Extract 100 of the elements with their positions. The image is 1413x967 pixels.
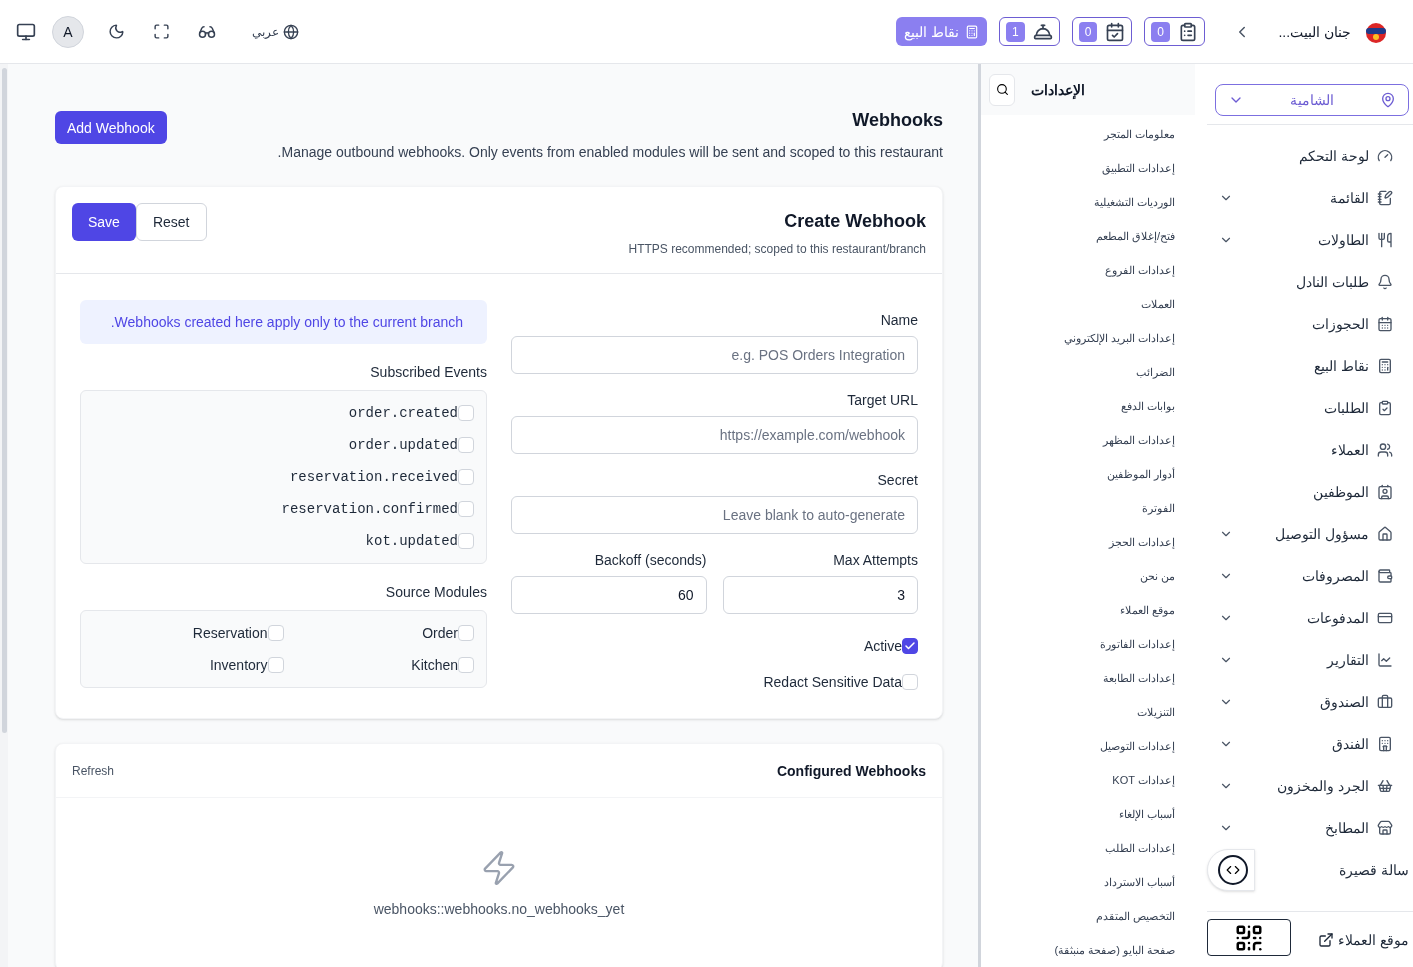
- field-label: Secret: [876, 471, 918, 490]
- settings-item[interactable]: معلومات المتجر: [981, 117, 1195, 151]
- sidebar-item[interactable]: التقارير: [1207, 639, 1413, 681]
- input-field[interactable]: 3: [722, 576, 918, 614]
- settings-item[interactable]: إعدادات المظهر: [981, 423, 1195, 457]
- module-label: Reservation: [192, 624, 268, 643]
- module-label: Kitchen: [411, 656, 458, 675]
- avatar[interactable]: A: [52, 15, 84, 48]
- sidebar-item[interactable]: الصندوق: [1207, 681, 1413, 723]
- search-icon: [995, 83, 1009, 96]
- event-label: reservation.received: [289, 468, 458, 487]
- settings-item[interactable]: من نحن: [981, 559, 1195, 593]
- sidebar-item[interactable]: الموظفين: [1207, 471, 1413, 513]
- settings-item[interactable]: الضرائب: [981, 355, 1195, 389]
- settings-item[interactable]: فتح/إغلاق المطعم: [981, 219, 1195, 253]
- settings-item[interactable]: إعدادات البريد الإلكتروني: [981, 321, 1195, 355]
- chat-widget-button[interactable]: [1207, 849, 1255, 891]
- input-field[interactable]: https://example.com/webhook: [511, 416, 918, 454]
- sidebar-item[interactable]: القائمة: [1207, 177, 1413, 219]
- field-label: Name: [879, 311, 918, 330]
- checkbox[interactable]: [902, 638, 918, 654]
- sidebar-item[interactable]: المدفوعات: [1207, 597, 1413, 639]
- event-label: order.created: [348, 404, 458, 423]
- sidebar-item[interactable]: طلبات النادل: [1207, 261, 1413, 303]
- settings-item[interactable]: إعدادات الحجز: [981, 525, 1195, 559]
- utensils-icon: [1377, 232, 1393, 248]
- settings-item[interactable]: إعدادات الطابعة: [981, 661, 1195, 695]
- fullscreen-icon[interactable]: [153, 23, 170, 40]
- add-webhook-button[interactable]: Add Webhook: [55, 111, 167, 144]
- section-label: Subscribed Events: [369, 363, 487, 382]
- checkbox-label: Redact Sensitive Data: [763, 673, 902, 692]
- qr-code-button[interactable]: [1207, 919, 1291, 956]
- store-icon: [1377, 820, 1393, 836]
- calculator-icon: [1377, 358, 1393, 374]
- sidebar-item[interactable]: سالة قصيرة: [1255, 849, 1413, 891]
- sidebar-item[interactable]: الجرد والمخزون: [1207, 765, 1413, 807]
- refresh-button[interactable]: Refresh: [72, 762, 115, 779]
- field-label: Target URL: [846, 391, 918, 410]
- settings-item[interactable]: إعدادات الفروع: [981, 253, 1195, 287]
- hotel-icon: [1377, 736, 1393, 752]
- settings-item[interactable]: التنزيلات: [981, 695, 1195, 729]
- sidebar-item[interactable]: نقاط البيع: [1207, 345, 1413, 387]
- page-description: Manage outbound webhooks. Only events from enabled modules will be sent and scoped to this restaurant.: [277, 143, 943, 162]
- settings-item[interactable]: التخصيص المتقدم: [981, 899, 1195, 933]
- input-field[interactable]: 60: [511, 576, 707, 614]
- module-label: Inventory: [209, 656, 268, 675]
- sidebar-item[interactable]: الفندق: [1207, 723, 1413, 765]
- card-subtitle: HTTPS recommended; scoped to this restaurant/branch: [628, 241, 926, 257]
- gauge-icon: [1377, 148, 1393, 164]
- sidebar-item[interactable]: المطابخ: [1207, 807, 1413, 849]
- globe-icon: [283, 23, 299, 40]
- settings-item[interactable]: إعدادات التوصيل: [981, 729, 1195, 763]
- sidebar-item[interactable]: الحجوزات: [1207, 303, 1413, 345]
- card-title: Create Webhook: [783, 210, 926, 233]
- event-label: kot.updated: [365, 532, 458, 551]
- event-label: reservation.confirmed: [281, 500, 458, 519]
- settings-item[interactable]: إعدادات الطلب: [981, 831, 1195, 865]
- external-link-icon: [1318, 931, 1335, 948]
- settings-item[interactable]: بوابات الدفع: [981, 389, 1195, 423]
- section-label: Source Modules: [384, 583, 487, 602]
- settings-item[interactable]: أدوار الموظفين: [981, 457, 1195, 491]
- sidebar-item[interactable]: مسؤول التوصيل: [1207, 513, 1413, 555]
- settings-item[interactable]: العملات: [981, 287, 1195, 321]
- sidebar-item[interactable]: الطلبات: [1207, 387, 1413, 429]
- sidebar-item[interactable]: المصروفات: [1207, 555, 1413, 597]
- customer-site-link[interactable]: موقع العملاء: [1318, 929, 1409, 950]
- settings-item[interactable]: موقع العملاء: [981, 593, 1195, 627]
- settings-item[interactable]: الفوترة: [981, 491, 1195, 525]
- calendar-icon: [1377, 316, 1393, 332]
- settings-item[interactable]: إعدادات التطبيق: [981, 151, 1195, 185]
- count-badge: 0: [1151, 21, 1170, 42]
- reset-button[interactable]: Reset: [135, 203, 207, 241]
- sidebar-item[interactable]: العملاء: [1207, 429, 1413, 471]
- settings-item[interactable]: صفحة البايو (صفحة منبثقة): [981, 933, 1195, 967]
- empty-state-text: webhooks::webhooks.no_webhooks_yet: [373, 900, 625, 919]
- settings-item[interactable]: إعدادات الفاتورة: [981, 627, 1195, 661]
- checkbox-label: Active: [863, 637, 902, 656]
- language-button[interactable]: عربي: [252, 23, 299, 40]
- search-button[interactable]: [989, 73, 1015, 106]
- notebook-icon: [1377, 190, 1393, 206]
- settings-item[interactable]: الورديات التشغيلية: [981, 185, 1195, 219]
- monitor-icon[interactable]: [16, 21, 36, 42]
- sidebar-item[interactable]: لوحة التحكم: [1207, 135, 1413, 177]
- save-button[interactable]: Save: [72, 203, 136, 241]
- calendar-check-icon: [1105, 21, 1126, 42]
- settings-item[interactable]: أسباب الإلغاء: [981, 797, 1195, 831]
- basket-icon: [1377, 778, 1393, 794]
- location-pin-icon: [1380, 92, 1396, 108]
- chart-icon: [1377, 652, 1393, 668]
- code-icon: [1218, 855, 1248, 885]
- info-note: Webhooks created here apply only to the current branch.: [80, 300, 487, 344]
- input-field[interactable]: Leave blank to auto-generate: [511, 496, 918, 534]
- settings-item[interactable]: أسباب الاسترداد: [981, 865, 1195, 899]
- calculator-icon: [964, 24, 979, 39]
- moon-icon[interactable]: [108, 23, 125, 40]
- branch-select[interactable]: الشامية: [1215, 84, 1409, 116]
- sidebar-item[interactable]: الطاولات: [1207, 219, 1413, 261]
- settings-item[interactable]: إعدادات KOT: [981, 763, 1195, 797]
- input-field[interactable]: e.g. POS Orders Integration: [511, 336, 918, 374]
- event-label: order.updated: [348, 436, 458, 455]
